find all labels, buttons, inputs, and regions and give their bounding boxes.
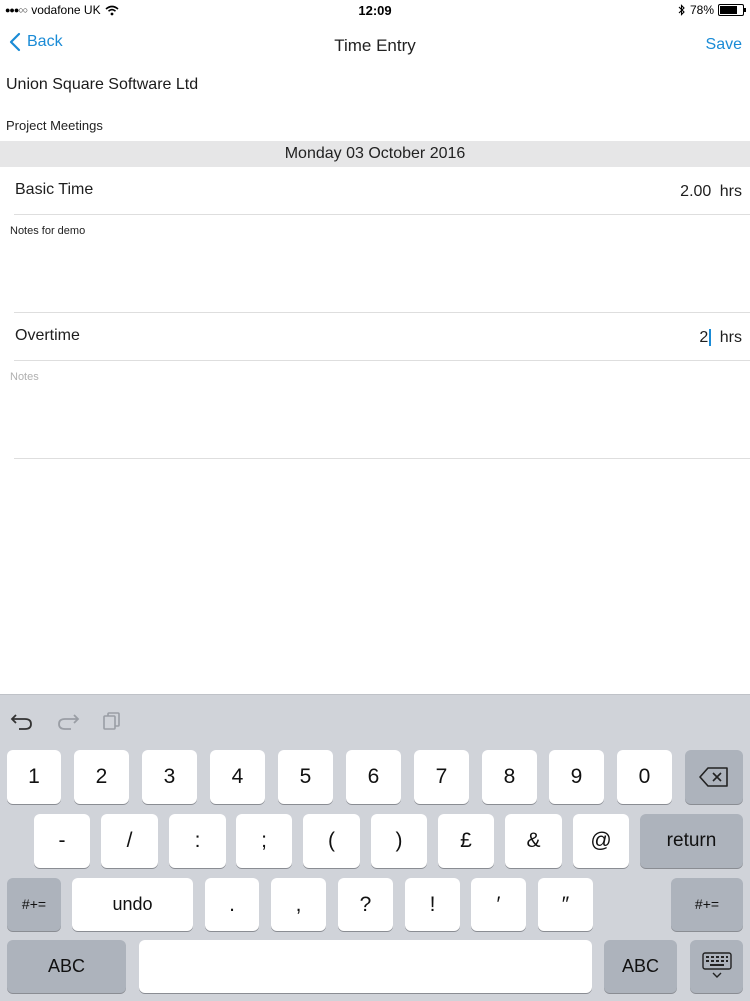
keyboard: 1 2 3 4 5 6 7 8 9 0 - / : ; ( ) £ & @ re… <box>0 694 750 1001</box>
key-close-paren[interactable]: ) <box>371 814 427 868</box>
status-right: 78% <box>678 3 746 17</box>
key-2[interactable]: 2 <box>74 750 129 804</box>
keyboard-dismiss-icon <box>701 952 732 978</box>
key-open-paren[interactable]: ( <box>303 814 360 868</box>
overtime-notes[interactable]: Notes <box>10 371 740 456</box>
nav-bar: Back Time Entry Save <box>0 22 750 68</box>
overtime-unit: hrs <box>719 329 742 346</box>
project-name: Project Meetings <box>6 118 103 133</box>
divider <box>14 214 750 215</box>
key-semicolon[interactable]: ; <box>236 814 292 868</box>
battery-percent: 78% <box>689 3 714 17</box>
key-1[interactable]: 1 <box>7 750 61 804</box>
status-bar: ●●●○○ vodafone UK 12:09 78% <box>0 0 750 22</box>
undo-icon[interactable] <box>10 711 34 731</box>
key-pound[interactable]: £ <box>438 814 494 868</box>
key-6[interactable]: 6 <box>346 750 401 804</box>
key-question[interactable]: ? <box>338 878 393 931</box>
keyboard-shortcut-bar <box>10 711 122 731</box>
status-time: 12:09 <box>358 3 392 18</box>
space-key[interactable] <box>139 940 592 993</box>
key-3[interactable]: 3 <box>142 750 197 804</box>
battery-icon <box>718 4 746 16</box>
basic-time-notes[interactable]: Notes for demo <box>10 225 740 310</box>
basic-time-field[interactable]: 2.00 hrs <box>680 183 742 201</box>
key-9[interactable]: 9 <box>549 750 604 804</box>
keyboard-dismiss-key[interactable] <box>690 940 743 993</box>
text-cursor <box>709 329 712 347</box>
backspace-key[interactable] <box>685 750 743 804</box>
key-ampersand[interactable]: & <box>505 814 562 868</box>
company-name: Union Square Software Ltd <box>6 76 199 93</box>
abc-key-right[interactable]: ABC <box>604 940 677 993</box>
key-hyphen[interactable]: - <box>34 814 90 868</box>
basic-time-unit: hrs <box>719 183 742 200</box>
symbols-key-left[interactable]: #+= <box>7 878 61 931</box>
key-exclamation[interactable]: ! <box>405 878 460 931</box>
abc-key-left[interactable]: ABC <box>7 940 126 993</box>
divider <box>14 360 750 361</box>
overtime-label: Overtime <box>15 327 80 344</box>
divider <box>14 458 750 459</box>
basic-time-value: 2.00 <box>680 183 712 200</box>
key-4[interactable]: 4 <box>210 750 265 804</box>
key-comma[interactable]: , <box>271 878 326 931</box>
save-button[interactable]: Save <box>706 36 742 54</box>
paste-icon[interactable] <box>102 711 122 731</box>
redo-icon[interactable] <box>56 711 80 731</box>
key-colon[interactable]: : <box>169 814 226 868</box>
basic-time-label: Basic Time <box>15 181 94 198</box>
key-0[interactable]: 0 <box>617 750 672 804</box>
key-5[interactable]: 5 <box>278 750 333 804</box>
undo-key[interactable]: undo <box>72 878 193 931</box>
key-quote[interactable]: ″ <box>538 878 593 931</box>
overtime-field[interactable]: 2 hrs <box>699 329 742 347</box>
overtime-value: 2 <box>699 329 709 346</box>
date-header: Monday 03 October 2016 <box>0 141 750 167</box>
key-7[interactable]: 7 <box>414 750 469 804</box>
symbols-key-right[interactable]: #+= <box>671 878 743 931</box>
key-slash[interactable]: / <box>101 814 158 868</box>
bluetooth-icon <box>678 4 685 16</box>
key-at[interactable]: @ <box>573 814 629 868</box>
key-8[interactable]: 8 <box>482 750 537 804</box>
page-title: Time Entry <box>334 36 416 55</box>
divider <box>14 312 750 313</box>
battery-fill <box>720 6 738 14</box>
key-period[interactable]: . <box>205 878 259 931</box>
backspace-icon <box>699 767 728 787</box>
return-key[interactable]: return <box>640 814 743 868</box>
key-apostrophe[interactable]: ′ <box>471 878 526 931</box>
